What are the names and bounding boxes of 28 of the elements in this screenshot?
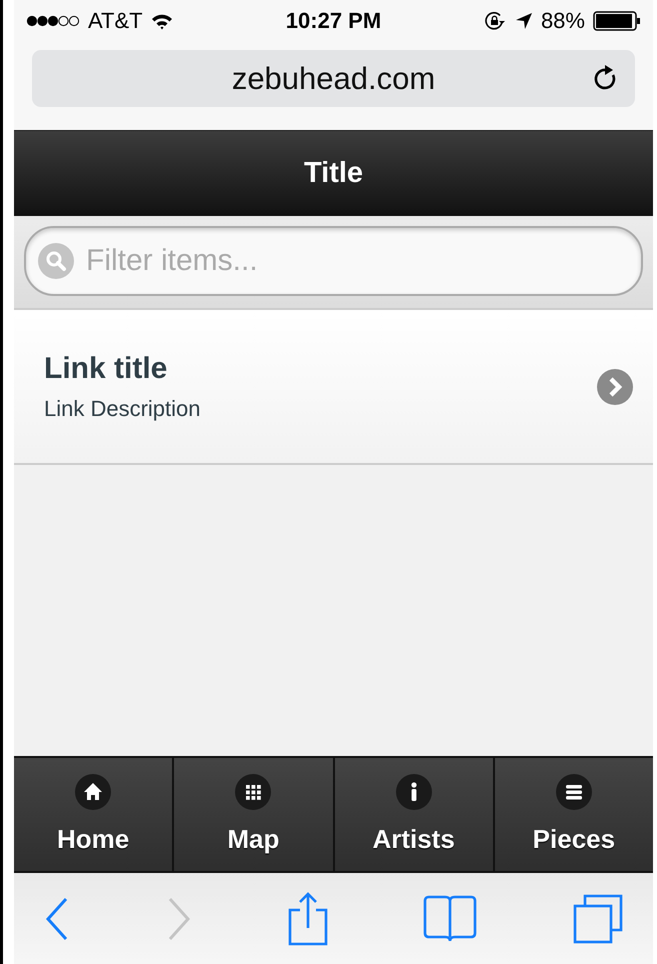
- battery-icon: [592, 11, 641, 31]
- search-icon: [38, 243, 74, 279]
- carrier-name: AT&T: [88, 8, 143, 34]
- link-description: Link Description: [44, 396, 201, 422]
- nav-tab[interactable]: Home: [14, 758, 174, 871]
- book-icon[interactable]: [423, 894, 478, 942]
- battery-percent: 88%: [540, 8, 585, 34]
- share-icon[interactable]: [288, 892, 328, 946]
- filter-field[interactable]: Filter items...: [24, 226, 643, 296]
- nav-tab[interactable]: Pieces: [494, 758, 653, 871]
- grid-icon: [235, 774, 272, 810]
- menu-icon: [556, 774, 592, 810]
- info-icon: [396, 774, 432, 810]
- rotation-lock-icon: [484, 11, 507, 31]
- nav-tab[interactable]: Artists: [334, 758, 495, 871]
- location-arrow-icon: [514, 12, 533, 30]
- nav-tab[interactable]: Map: [174, 758, 334, 871]
- clock-time: 10:27 PM: [286, 8, 382, 34]
- link-title: Link title: [44, 352, 168, 386]
- home-icon: [75, 774, 112, 810]
- tabs-icon[interactable]: [573, 894, 623, 944]
- address-bar[interactable]: zebuhead.com: [32, 50, 635, 107]
- chevron-right-icon: [597, 368, 633, 404]
- list-item[interactable]: Link title Link Description: [14, 310, 653, 465]
- signal-icon: [26, 15, 80, 27]
- back-icon[interactable]: [44, 896, 70, 940]
- page-title: Title: [304, 157, 364, 190]
- wifi-icon: [150, 12, 173, 30]
